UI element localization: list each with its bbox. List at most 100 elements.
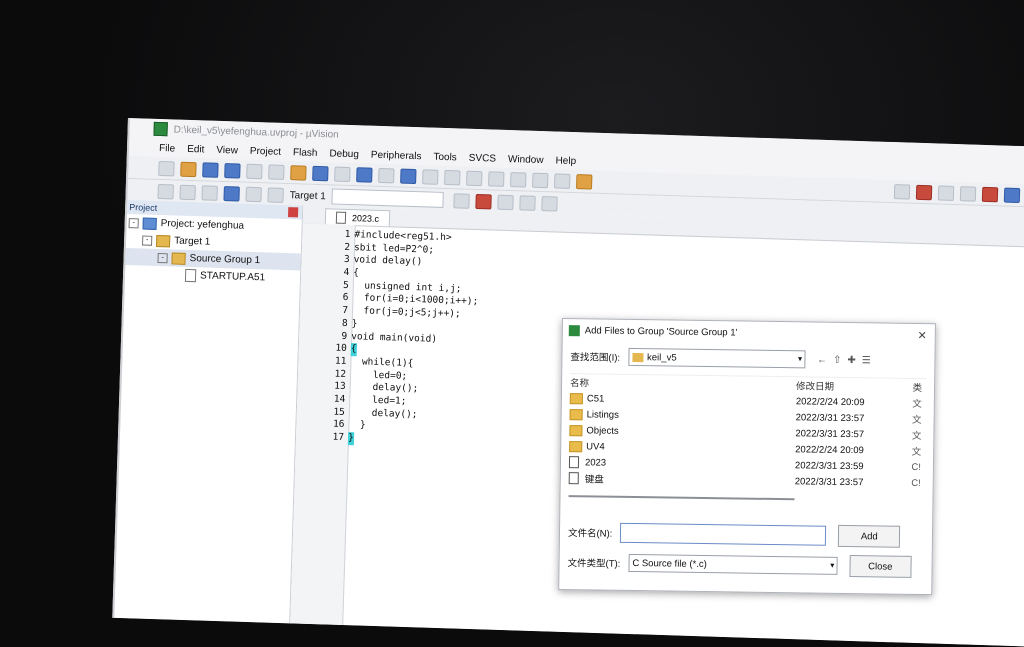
batch-build-icon[interactable] [223,185,240,202]
bookmark-icon[interactable] [400,168,417,184]
menu-window[interactable]: Window [508,153,544,165]
code-text: { [353,267,360,279]
code-text: } [351,317,358,330]
look-in-row: 查找范围(I): keil_v5 ▾ ← ⇧ ✚ ☰ [562,345,934,372]
col-type-header[interactable]: 类 [912,380,922,394]
up-folder-icon[interactable]: ⇧ [833,354,842,365]
menu-flash[interactable]: Flash [293,147,318,159]
chevron-down-icon[interactable]: ▾ [798,354,802,363]
unindent-icon[interactable] [510,171,527,188]
view-menu-icon[interactable]: ☰ [862,355,871,366]
redo-icon[interactable] [334,166,351,182]
select-packs-icon[interactable] [519,194,536,211]
file-type: 文 [911,430,922,443]
bookmark-next-icon[interactable] [444,169,461,185]
save-icon[interactable] [202,161,219,178]
panel-close-icon[interactable] [287,207,299,218]
target-select-box[interactable] [331,188,444,208]
group-folder-icon [171,251,186,265]
menu-tools[interactable]: Tools [433,151,457,163]
project-panel: Project - Project: yefenghua - Target 1 … [114,200,304,624]
back-arrow-icon[interactable]: ← [817,354,827,365]
code-text: } [347,432,354,445]
stop-build-icon[interactable] [245,186,262,202]
undo-icon[interactable] [312,165,329,181]
look-in-value: keil_v5 [646,351,677,364]
file-icon [568,456,580,469]
bookmark-clear-icon[interactable] [466,170,483,186]
tab-label: 2023.c [351,212,380,224]
add-button[interactable]: Add [838,524,901,548]
file-extensions-icon[interactable] [497,194,514,210]
code-text: { [350,343,357,357]
menu-edit[interactable]: Edit [187,143,205,155]
menu-help[interactable]: Help [555,155,576,167]
target-options-icon[interactable] [453,192,470,209]
filetype-select[interactable]: C Source file (*.c) ▾ [628,553,838,575]
file-type: 文 [912,414,922,427]
uncomment-icon[interactable] [554,172,571,189]
file-type: C! [911,477,921,489]
file-name: UV4 [586,440,605,453]
target-select[interactable]: Target 1 [289,187,444,208]
breakpoint-icon[interactable] [937,184,955,201]
find-icon[interactable] [893,183,911,200]
look-in-combo[interactable]: keil_v5 ▾ [627,347,806,369]
menu-view[interactable]: View [216,144,238,156]
breakpoint-disable-icon[interactable] [959,185,977,202]
file-date: 2022/3/31 23:59 [794,459,864,472]
bookmark-prev-icon[interactable] [422,168,439,185]
close-button[interactable]: Close [849,555,912,578]
indent-icon[interactable] [488,170,505,187]
copy-icon[interactable] [268,163,285,180]
save-all-icon[interactable] [224,162,241,179]
col-date-header[interactable]: 修改日期 [796,378,834,393]
menu-file[interactable]: File [159,142,175,154]
filename-input[interactable] [620,522,827,546]
uvision-dialog-icon [568,324,580,336]
new-folder-icon[interactable]: ✚ [847,354,856,365]
translate-icon[interactable] [157,183,174,199]
download-icon[interactable] [267,186,284,203]
file-date: 2022/2/24 20:09 [795,443,864,456]
file-list: 名称 修改日期 类 C51 2022/2/24 20:09 文 Listings 202… [568,373,927,502]
project-panel-title: Project [129,202,158,213]
comment-icon[interactable] [532,172,549,188]
folder-icon [569,392,583,404]
collapse-icon[interactable]: - [157,252,168,263]
file-type: C! [911,461,922,473]
window-layout-icon[interactable] [1003,187,1021,203]
code-text: void main(void) [351,330,438,345]
nav-back-icon[interactable] [356,166,373,183]
chevron-down-icon[interactable]: ▾ [830,561,834,570]
paste-icon[interactable] [290,164,307,181]
menu-debug[interactable]: Debug [329,148,359,160]
manage-components-icon[interactable] [475,193,492,209]
new-file-icon[interactable] [158,160,175,176]
c-file-icon [335,211,347,224]
menu-svcs[interactable]: SVCS [469,152,497,164]
code-text: void delay() [353,254,423,268]
collapse-icon[interactable]: - [128,217,139,228]
nav-forward-icon[interactable] [378,167,395,183]
menu-peripherals[interactable]: Peripherals [371,149,422,162]
file-name: 键盘 [584,474,604,486]
project-icon [142,217,157,230]
menu-project[interactable]: Project [250,145,281,157]
file-date: 2022/3/31 23:57 [795,411,865,424]
open-folder-icon[interactable] [180,161,197,177]
uvision-app-icon [153,121,168,137]
close-icon[interactable]: ✕ [917,328,926,341]
debug-session-icon[interactable] [915,184,933,200]
find-in-files-icon[interactable] [576,173,593,190]
collapse-icon[interactable]: - [142,235,153,246]
target-folder-icon [155,234,171,247]
build-icon[interactable] [179,184,196,200]
file-name-cell: 键盘 [568,471,795,488]
cut-icon[interactable] [246,163,263,179]
kill-breakpoints-icon[interactable] [981,186,999,202]
rebuild-icon[interactable] [201,184,218,201]
tree-file-label: STARTUP.A51 [199,270,266,284]
pack-installer-icon[interactable] [541,195,558,212]
file-rows: C51 2022/2/24 20:09 文 Listings 2022/3/31 23:… [568,390,926,491]
